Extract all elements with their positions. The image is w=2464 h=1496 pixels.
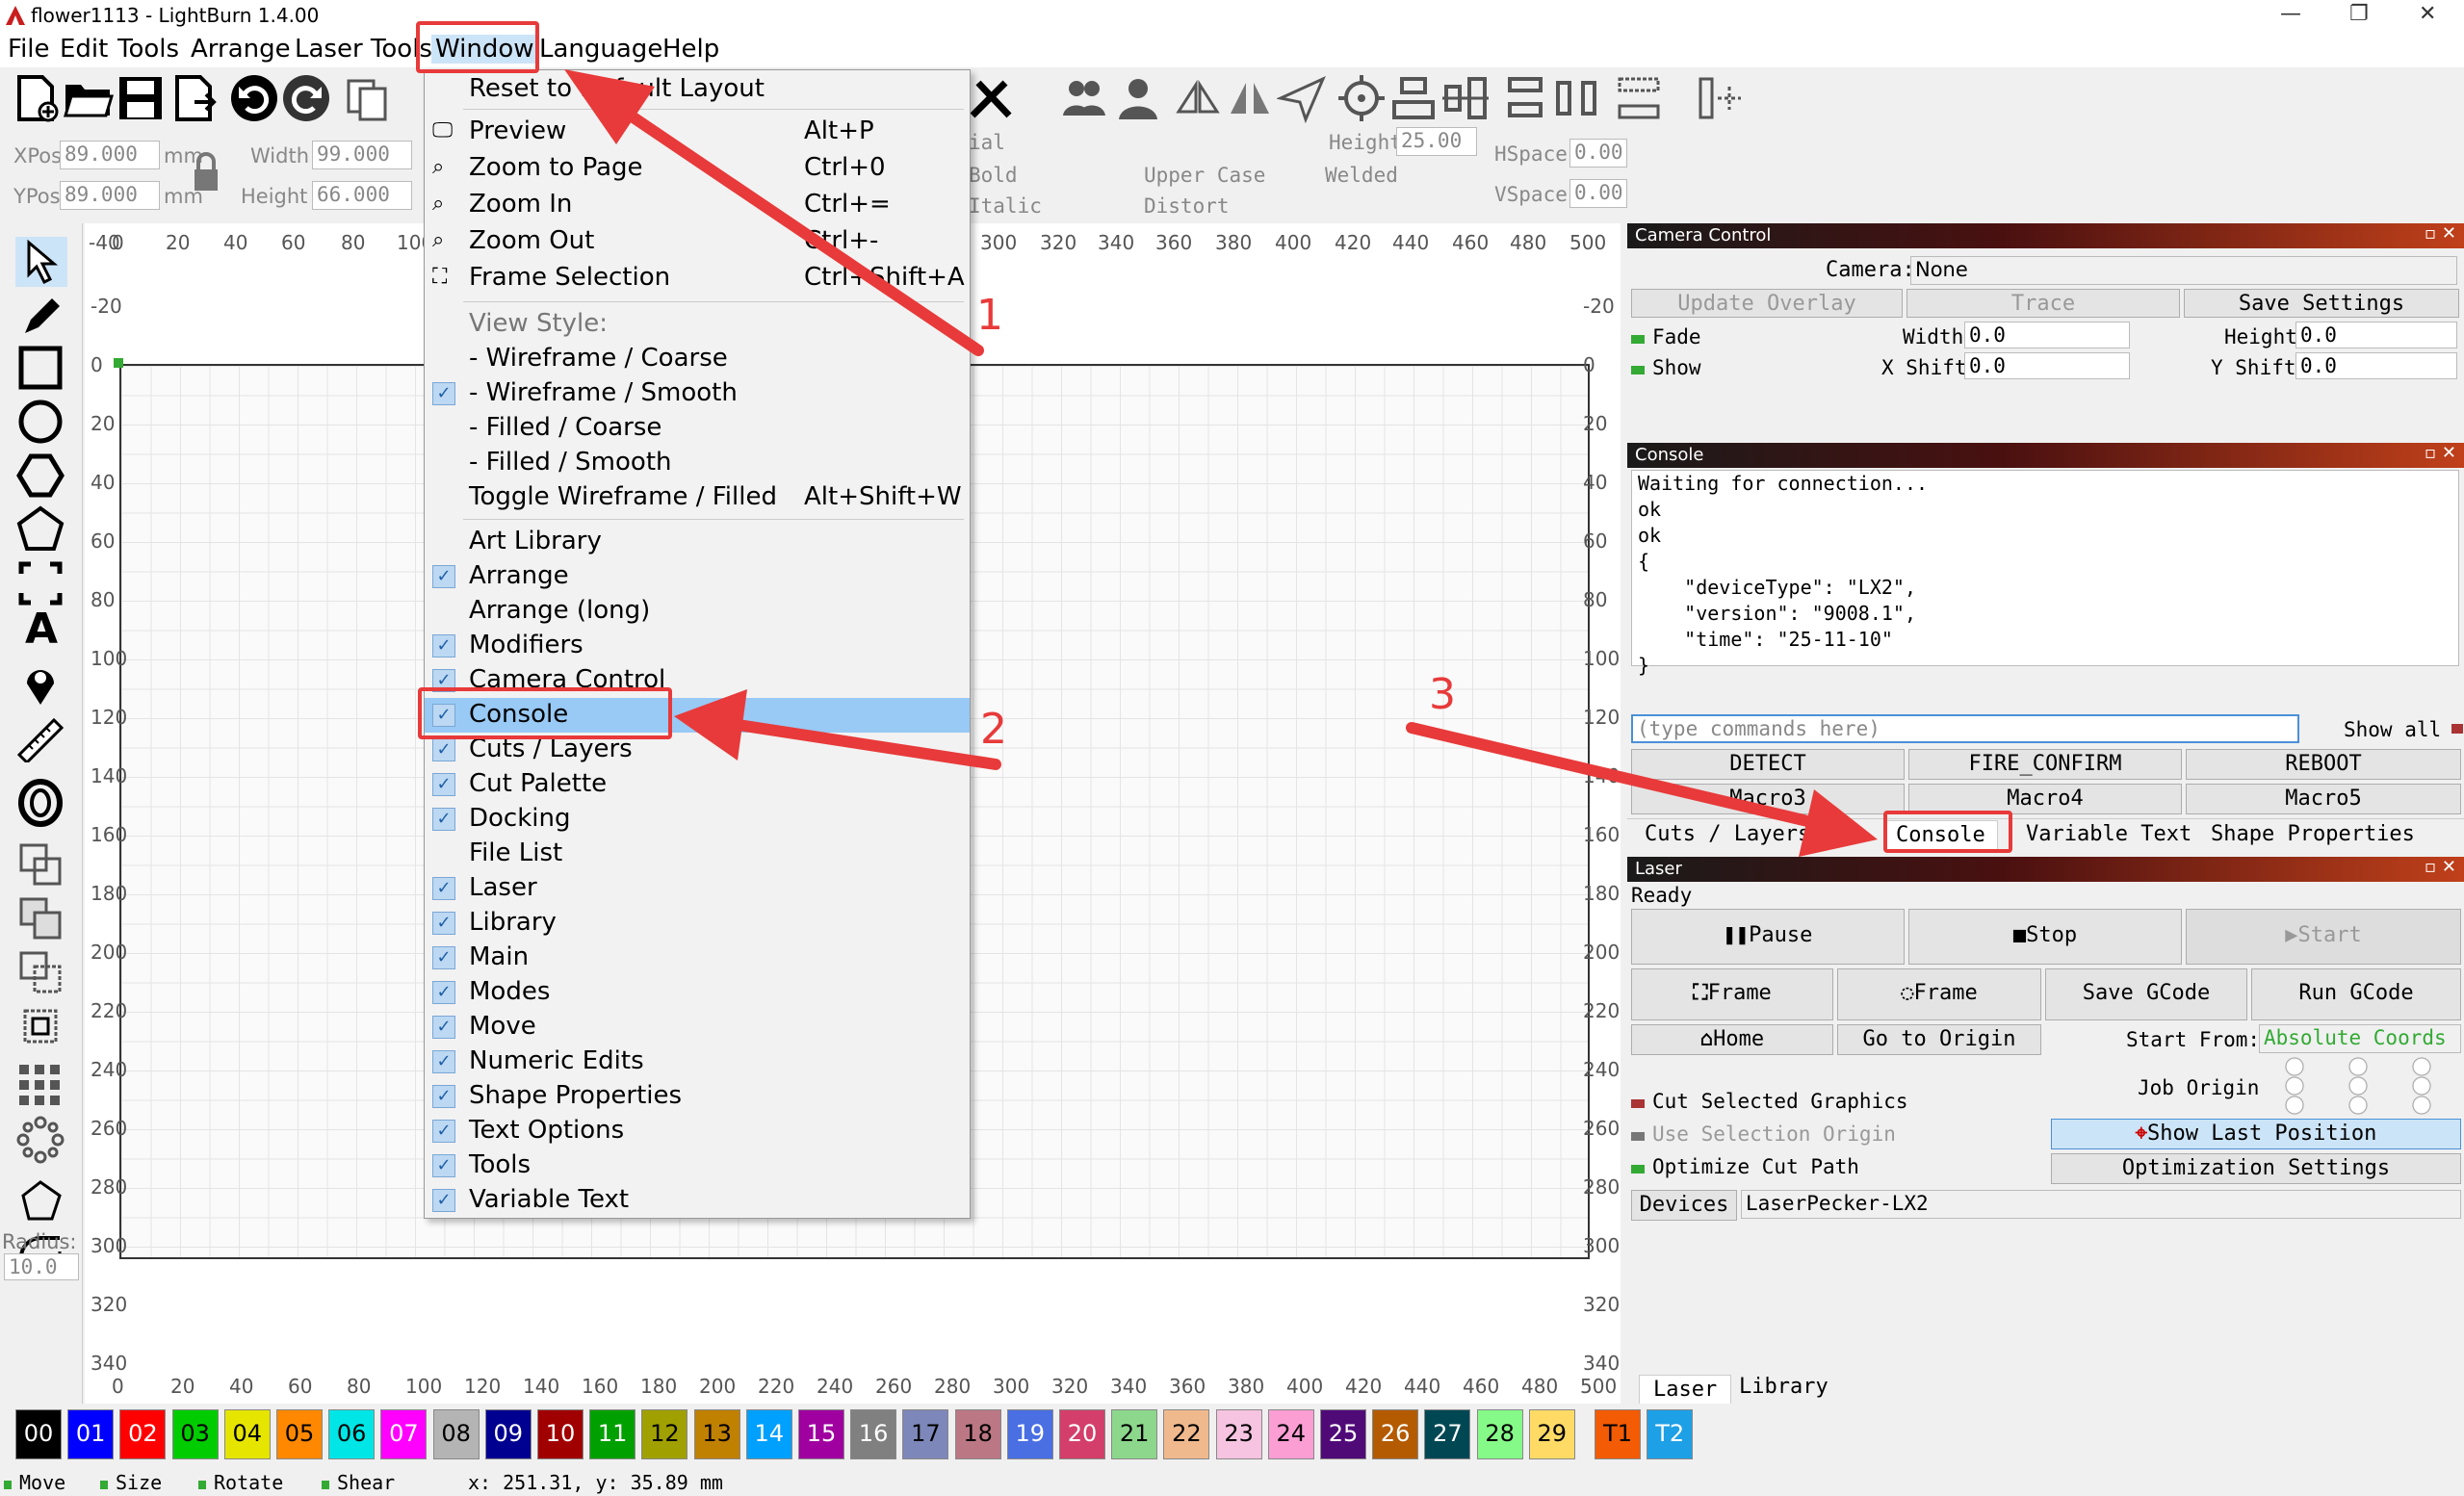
annotation-step-2: 2	[980, 705, 1007, 754]
annotation-arrows	[564, 69, 1878, 857]
annotation-step-1: 1	[976, 291, 1003, 340]
annotation-step-3: 3	[1429, 670, 1456, 719]
